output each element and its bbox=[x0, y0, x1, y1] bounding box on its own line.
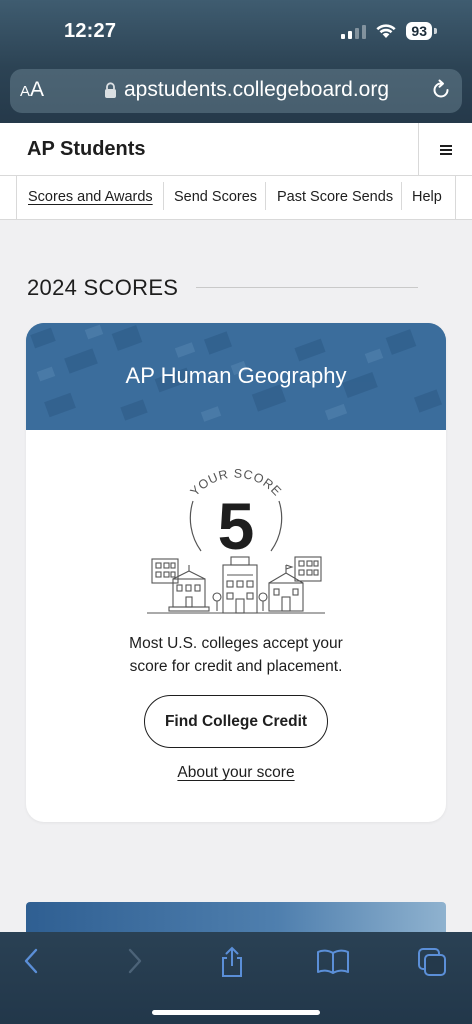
sub-navigation: Scores and Awards Send Scores Past Score… bbox=[0, 176, 472, 220]
section-heading: 2024 SCORES bbox=[27, 275, 179, 300]
heading-divider bbox=[196, 287, 418, 288]
sub-navigation-box: Scores and Awards Send Scores Past Score… bbox=[16, 176, 456, 220]
score-message-line2: score for credit and placement. bbox=[129, 658, 343, 675]
find-college-credit-button[interactable]: Find College Credit bbox=[144, 695, 328, 748]
bookmarks-icon[interactable] bbox=[316, 946, 350, 976]
reload-icon[interactable] bbox=[430, 79, 452, 101]
nav-divider bbox=[163, 182, 164, 210]
nav-divider bbox=[401, 182, 402, 210]
back-icon[interactable] bbox=[20, 946, 44, 976]
signal-icon bbox=[341, 23, 367, 39]
nav-past-score-sends[interactable]: Past Score Sends bbox=[277, 189, 393, 205]
nav-send-scores[interactable]: Send Scores bbox=[174, 189, 257, 205]
course-banner: AP Human Geography bbox=[26, 323, 446, 430]
wifi-icon bbox=[376, 24, 397, 38]
nav-divider bbox=[265, 182, 266, 210]
about-your-score-link[interactable]: About your score bbox=[26, 764, 446, 782]
url-text[interactable]: apstudents.collegeboard.org bbox=[124, 78, 389, 102]
score-message-line1: Most U.S. colleges accept your bbox=[129, 635, 343, 652]
forward-icon[interactable] bbox=[122, 946, 146, 976]
share-icon[interactable] bbox=[218, 946, 246, 978]
hamburger-menu-icon bbox=[439, 144, 452, 155]
site-header: AP Students bbox=[0, 123, 472, 176]
browser-top-chrome: 12:27 93 AA apstudents.collegeboard.org bbox=[0, 0, 472, 123]
score-message: Most U.S. colleges accept your score for… bbox=[66, 632, 406, 678]
course-name: AP Human Geography bbox=[125, 363, 347, 388]
nav-scores-and-awards[interactable]: Scores and Awards bbox=[28, 189, 153, 205]
score-card: AP Human Geography YOUR SCORE 5 Most U.S… bbox=[26, 323, 446, 822]
address-bar[interactable]: AA apstudents.collegeboard.org bbox=[10, 69, 462, 113]
tabs-icon[interactable] bbox=[416, 946, 448, 978]
site-title[interactable]: AP Students bbox=[27, 138, 146, 161]
status-icons: 93 bbox=[341, 22, 437, 40]
home-indicator bbox=[152, 1010, 320, 1015]
text-size-button[interactable]: AA bbox=[20, 78, 44, 102]
battery-indicator: 93 bbox=[406, 22, 437, 40]
lock-icon bbox=[105, 82, 116, 98]
menu-button[interactable] bbox=[418, 123, 472, 176]
status-time: 12:27 bbox=[64, 20, 117, 42]
nav-help[interactable]: Help bbox=[412, 189, 442, 205]
buildings-illustration bbox=[147, 556, 325, 614]
